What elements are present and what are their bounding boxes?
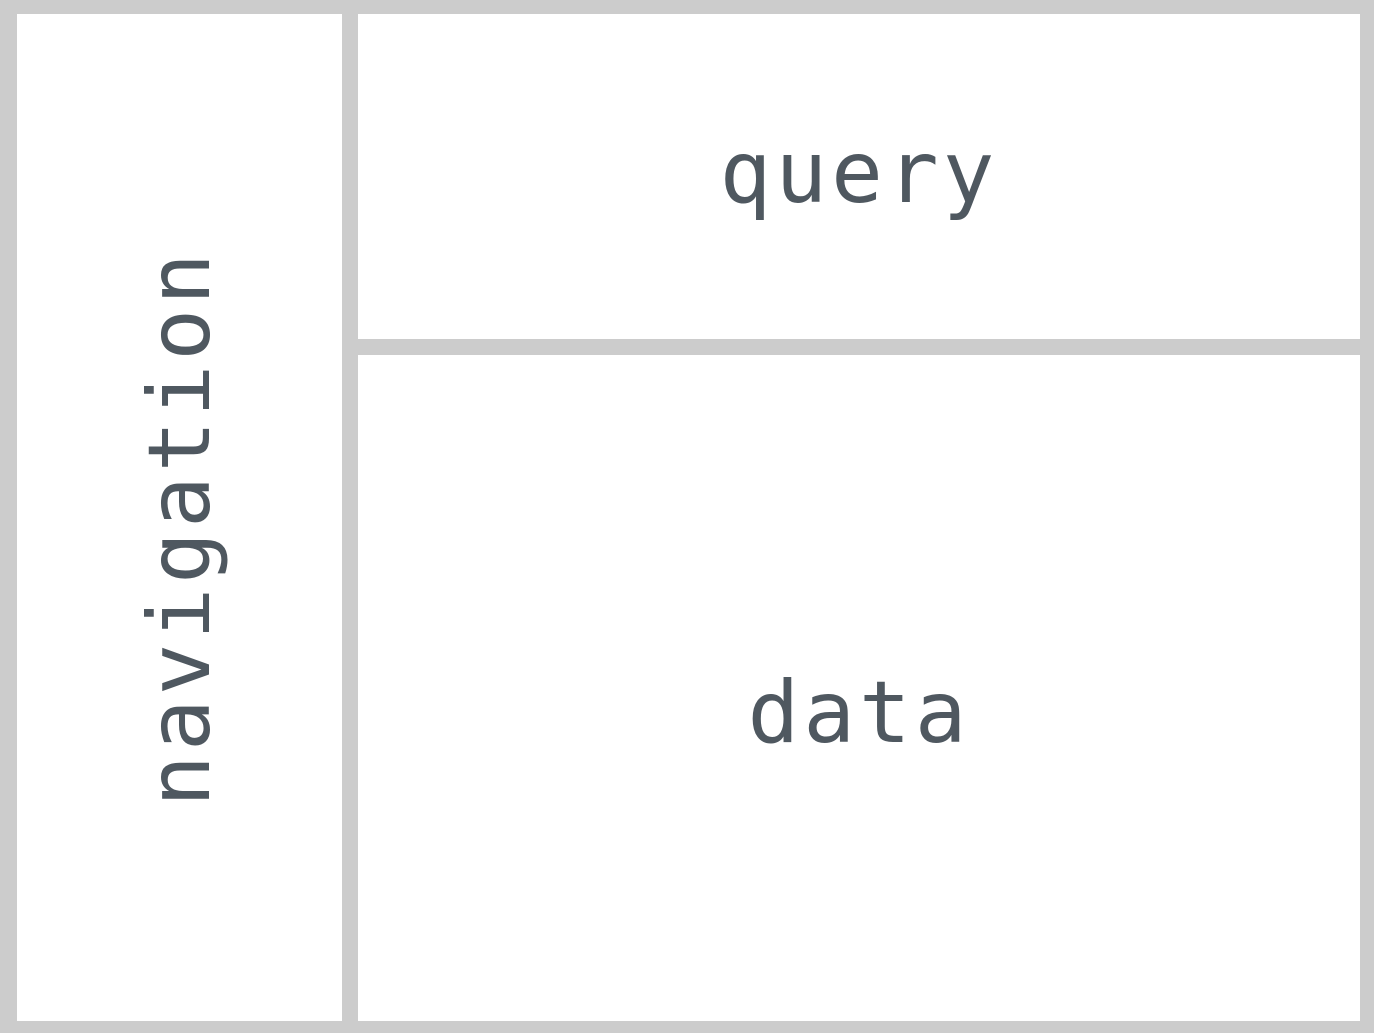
layout-diagram: navigation query data xyxy=(0,0,1374,1033)
data-panel: data xyxy=(358,355,1360,1021)
navigation-label: navigation xyxy=(129,248,230,807)
navigation-panel: navigation xyxy=(17,14,342,1021)
data-label: data xyxy=(747,663,971,763)
query-label: query xyxy=(719,122,999,223)
query-panel: query xyxy=(358,14,1360,339)
